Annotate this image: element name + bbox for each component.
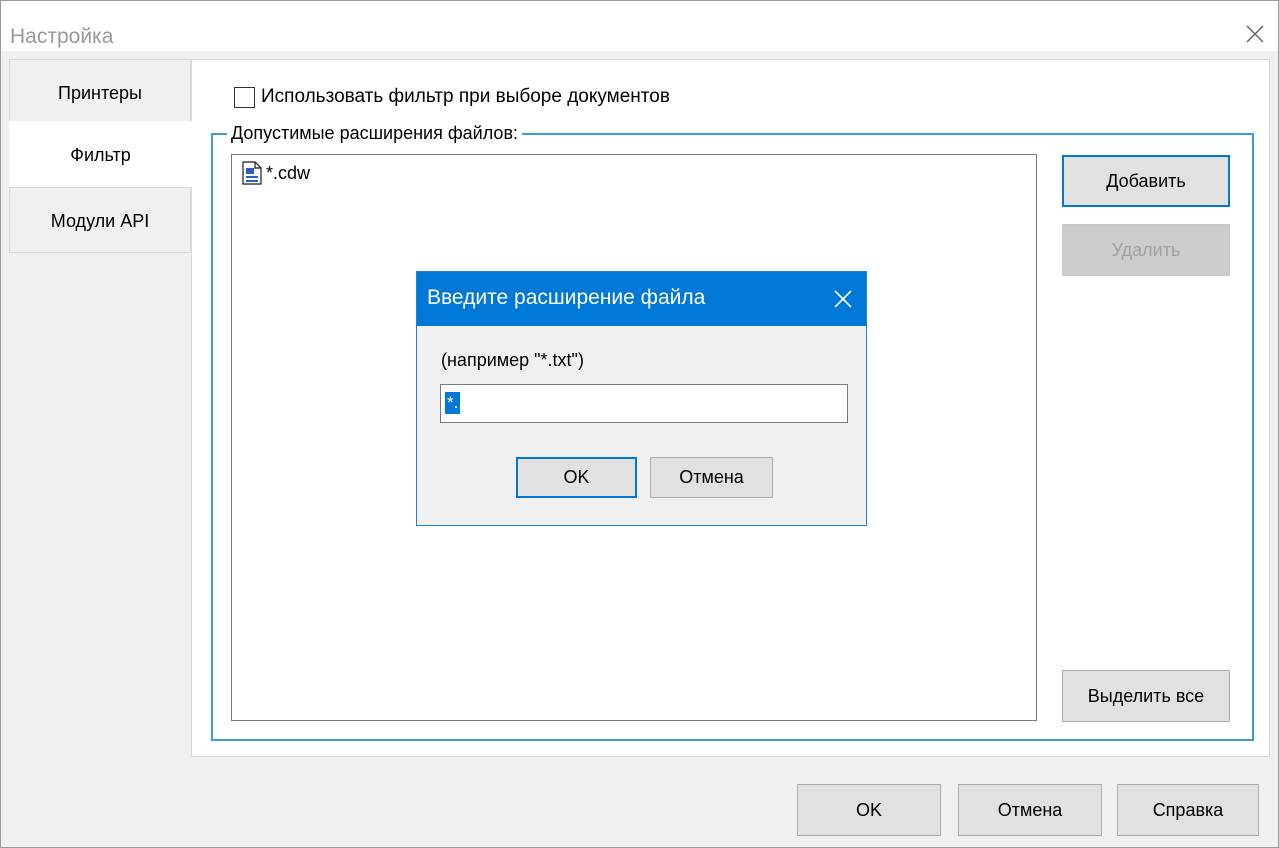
tab-printers[interactable]: Принтеры	[9, 59, 191, 125]
ok-button[interactable]: OK	[797, 784, 941, 836]
checkbox-box[interactable]	[234, 86, 255, 108]
list-item[interactable]: *.cdw	[242, 161, 310, 185]
dialog-hint: (например "*.txt")	[441, 350, 584, 370]
ok-button-label: OK	[855, 799, 882, 820]
select-all-button[interactable]: Выделить все	[1062, 670, 1230, 722]
dialog-title-bar: Введите расширение файла	[417, 272, 866, 326]
tab-label: Принтеры	[58, 83, 142, 103]
cancel-button-label: Отмена	[997, 799, 1063, 820]
extension-input-dialog: Введите расширение файла (например "*.tx…	[416, 271, 867, 526]
dialog-cancel-label: Отмена	[679, 467, 744, 487]
close-icon[interactable]	[832, 288, 854, 310]
dialog-cancel-button[interactable]: Отмена	[650, 457, 773, 498]
dialog-ok-button[interactable]: OK	[516, 457, 637, 498]
extension-input-value: *.	[445, 392, 461, 414]
tab-label: Модули API	[50, 211, 150, 231]
tab-label: Фильтр	[70, 145, 131, 165]
extension-label: *.cdw	[266, 162, 311, 183]
tab-filter[interactable]: Фильтр	[9, 121, 192, 187]
use-filter-checkbox[interactable]: Использовать фильтр при выборе документо…	[234, 82, 670, 112]
document-icon	[242, 161, 262, 185]
delete-button: Удалить	[1062, 224, 1230, 276]
extension-input[interactable]: *.	[440, 384, 848, 423]
dialog-ok-label: OK	[563, 467, 590, 487]
cancel-button[interactable]: Отмена	[958, 784, 1102, 836]
select-all-button-label: Выделить все	[1087, 685, 1205, 706]
close-icon[interactable]	[1242, 21, 1268, 47]
delete-button-label: Удалить	[1111, 239, 1181, 260]
dialog-title: Введите расширение файла	[427, 286, 706, 309]
extensions-group-title: Допустимые расширения файлов:	[227, 123, 523, 144]
use-filter-label: Использовать фильтр при выборе документо…	[261, 86, 670, 107]
help-button-label: Справка	[1152, 799, 1224, 820]
window-title: Настройка	[10, 25, 114, 48]
tab-api-modules[interactable]: Модули API	[9, 187, 191, 253]
add-button-label: Добавить	[1106, 170, 1186, 191]
help-button[interactable]: Справка	[1117, 784, 1259, 836]
add-button[interactable]: Добавить	[1062, 155, 1230, 207]
title-bar: Настройка	[1, 1, 1278, 51]
